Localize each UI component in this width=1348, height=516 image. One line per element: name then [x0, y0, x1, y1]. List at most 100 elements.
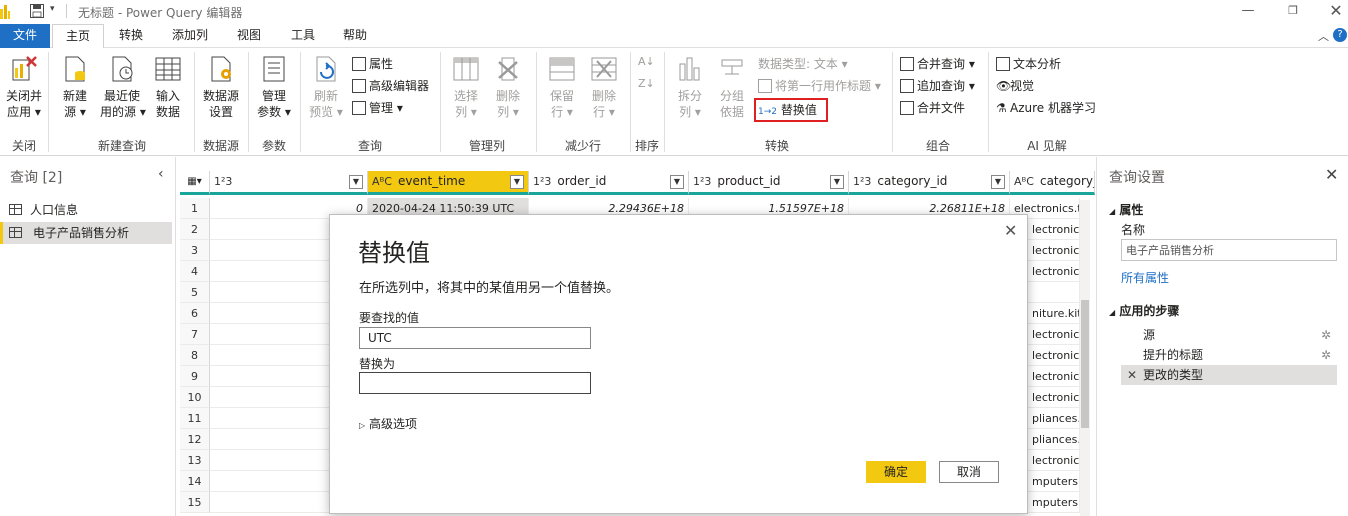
split-column-button[interactable]: 拆分 列 ▾: [670, 54, 710, 120]
applied-step-selected[interactable]: ✕ 更改的类型: [1121, 365, 1337, 385]
filter-dropdown-icon[interactable]: ▼: [670, 175, 684, 189]
maximize-icon[interactable]: ❐: [1283, 2, 1303, 20]
filter-dropdown-icon[interactable]: ▼: [510, 175, 524, 189]
delete-step-icon[interactable]: ✕: [1127, 365, 1137, 385]
append-queries-icon: [900, 79, 914, 93]
advanced-editor-icon: [352, 79, 366, 93]
close-dialog-icon[interactable]: ✕: [1004, 221, 1017, 240]
find-value-input[interactable]: [359, 327, 591, 349]
remove-columns-button[interactable]: 删除 列 ▾: [488, 54, 528, 120]
tab-view[interactable]: 视图: [224, 24, 274, 48]
type-icon: AᴮC: [1014, 175, 1034, 188]
tab-add-column[interactable]: 添加列: [164, 24, 216, 48]
table-menu-icon[interactable]: ▦▾: [180, 171, 210, 195]
tab-home[interactable]: 主页: [52, 24, 104, 49]
close-apply-button[interactable]: 关闭并 应用 ▾: [2, 54, 46, 120]
recent-sources-button[interactable]: 最近使 用的源 ▾: [100, 54, 146, 120]
table-cell[interactable]: niture.kitc: [1028, 303, 1080, 324]
first-row-header-label: 将第一行用作标题: [775, 79, 872, 93]
query-item[interactable]: 人口信息: [0, 199, 172, 221]
enter-data-button[interactable]: 输入 数据: [150, 54, 186, 120]
manage-params-button[interactable]: 管理 参数 ▾: [254, 54, 294, 120]
filter-dropdown-icon[interactable]: ▼: [830, 175, 844, 189]
group-by-button[interactable]: 分组 依据: [712, 54, 752, 120]
filter-dropdown-icon[interactable]: ▼: [349, 175, 363, 189]
replace-with-input[interactable]: [359, 372, 591, 394]
azure-ml-button[interactable]: ⚗ Azure 机器学习: [996, 100, 1096, 118]
gear-icon[interactable]: ✲: [1321, 325, 1331, 345]
tab-tools[interactable]: 工具: [278, 24, 328, 48]
collapse-ribbon-icon[interactable]: ︿: [1318, 28, 1329, 44]
table-cell[interactable]: mputers.co: [1028, 471, 1080, 492]
remove-rows-button[interactable]: 删除 行 ▾: [584, 54, 624, 120]
minimize-icon[interactable]: —: [1238, 2, 1258, 20]
cancel-button[interactable]: 取消: [939, 461, 999, 483]
ok-button[interactable]: 确定: [866, 461, 926, 483]
table-cell[interactable]: pliances.p: [1028, 429, 1080, 450]
use-first-row-headers-button[interactable]: 将第一行用作标题 ▾: [758, 78, 881, 96]
close-settings-icon[interactable]: ✕: [1325, 165, 1338, 184]
column-header[interactable]: AᴮC category_co: [1010, 171, 1095, 195]
properties-button[interactable]: 属性: [352, 56, 393, 74]
table-cell[interactable]: lectronics.s: [1028, 324, 1080, 345]
table-cell[interactable]: lectronics.s: [1028, 387, 1080, 408]
table-cell[interactable]: lectronics.ta: [1028, 219, 1080, 240]
scrollbar-thumb[interactable]: [1081, 300, 1089, 428]
advanced-options-toggle[interactable]: ▷ 高级选项: [359, 415, 417, 432]
table-cell[interactable]: lectronics.s: [1028, 345, 1080, 366]
column-header[interactable]: 1²3 product_id ▼: [689, 171, 849, 195]
data-source-settings-icon: [211, 56, 231, 82]
applied-step[interactable]: 提升的标题 ✲: [1121, 345, 1337, 365]
type-icon: 1²3: [693, 175, 712, 188]
vision-button[interactable]: 👁视觉: [996, 78, 1034, 96]
data-source-settings-button[interactable]: 数据源 设置: [200, 54, 242, 120]
append-queries-button[interactable]: 追加查询 ▾: [900, 78, 975, 96]
sort-descending-icon[interactable]: Z↓: [638, 76, 655, 94]
table-cell[interactable]: mputers.co: [1028, 492, 1080, 513]
query-item-selected[interactable]: 电子产品销售分析: [0, 222, 172, 244]
keep-rows-button[interactable]: 保留 行 ▾: [542, 54, 582, 120]
text-analytics-button[interactable]: 文本分析: [996, 56, 1061, 74]
combine-files-button[interactable]: 合并文件: [900, 100, 965, 118]
replace-values-button[interactable]: 1→2 替换值: [754, 98, 828, 122]
refresh-preview-button[interactable]: 刷新 预览 ▾: [306, 54, 346, 120]
gear-icon[interactable]: ✲: [1321, 345, 1331, 365]
help-icon[interactable]: ?: [1333, 28, 1347, 42]
close-window-icon[interactable]: ✕: [1326, 2, 1346, 20]
applied-steps-header[interactable]: ◢ 应用的步骤: [1109, 302, 1179, 319]
type-icon: 1²3: [533, 175, 552, 188]
row-number: 13: [180, 450, 210, 471]
table-cell[interactable]: lectronics.a: [1028, 261, 1080, 282]
column-header[interactable]: 1²3 order_id ▼: [529, 171, 689, 195]
sort-ascending-icon[interactable]: A↓: [638, 54, 655, 72]
manage-button[interactable]: 管理 ▾: [352, 100, 403, 118]
applied-step[interactable]: 源 ✲: [1121, 325, 1337, 345]
collapse-queries-icon[interactable]: ‹: [158, 166, 164, 182]
table-cell[interactable]: lectronics.v: [1028, 450, 1080, 471]
all-properties-link[interactable]: 所有属性: [1121, 269, 1169, 286]
keep-rows-label-2: 行: [551, 105, 564, 119]
table-cell[interactable]: pliances.ki: [1028, 408, 1080, 429]
properties-section-header[interactable]: ◢ 属性: [1109, 201, 1143, 218]
filter-dropdown-icon[interactable]: ▼: [991, 175, 1005, 189]
enter-data-label: 输入: [155, 89, 180, 103]
row-number: 11: [180, 408, 210, 429]
query-name-input[interactable]: [1121, 239, 1337, 261]
choose-columns-button[interactable]: 选择 列 ▾: [446, 54, 486, 120]
quick-access-dropdown-icon[interactable]: ▾: [50, 4, 55, 14]
column-header-selected[interactable]: AᴮC event_time ▼: [368, 171, 529, 195]
tab-transform[interactable]: 转换: [106, 24, 156, 48]
save-icon[interactable]: [30, 4, 44, 18]
table-cell[interactable]: [1028, 282, 1080, 303]
column-header[interactable]: 1²3 ▼: [210, 171, 368, 195]
merge-queries-button[interactable]: 合并查询 ▾: [900, 56, 975, 74]
keep-rows-label: 保留: [549, 89, 574, 103]
tab-help[interactable]: 帮助: [332, 24, 378, 48]
new-source-button[interactable]: 新建 源 ▾: [56, 54, 94, 120]
table-cell[interactable]: lectronics.a: [1028, 240, 1080, 261]
column-header[interactable]: 1²3 category_id ▼: [849, 171, 1010, 195]
table-cell[interactable]: lectronics.s: [1028, 366, 1080, 387]
data-type-dropdown[interactable]: 数据类型: 文本 ▾: [758, 56, 848, 74]
tab-file[interactable]: 文件: [0, 24, 50, 48]
advanced-editor-button[interactable]: 高级编辑器: [352, 78, 429, 96]
